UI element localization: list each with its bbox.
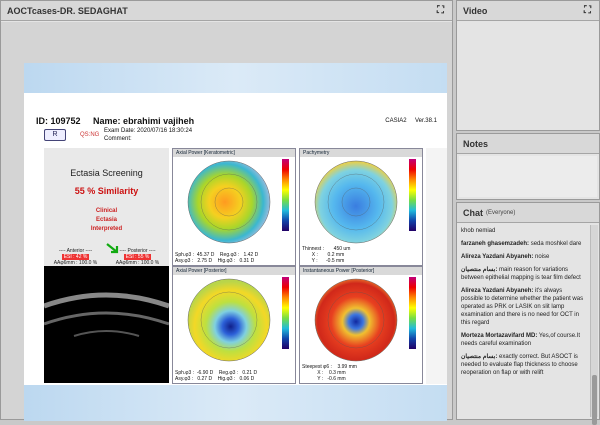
video-title: Video — [463, 5, 488, 16]
report-header: ID: 109752 Name: ebrahimi vajiheh — [36, 116, 204, 126]
chat-author: بسام منتصیان: — [461, 267, 498, 273]
scrollbar-thumb[interactable] — [592, 375, 597, 425]
map-footer: Sph.φ3 : 45.37 D Reg.φ3 : 1.42 D Asy.φ3 … — [175, 252, 259, 264]
casia-report: ID: 109752 Name: ebrahimi vajiheh CASIA2… — [24, 115, 447, 385]
device-info: CASIA2 Ver.38.1 — [385, 118, 437, 124]
result-line-3: Interpreted — [90, 226, 123, 232]
axial-posterior-map: Axial Power [Posterior] Sph.φ3 : -6.90 D… — [172, 266, 296, 384]
similarity-value: 55 % Similarity — [74, 186, 139, 196]
result-line-1: Clinical — [95, 208, 118, 214]
presentation-stage: ID: 109752 Name: ebrahimi vajiheh CASIA2… — [1, 22, 452, 421]
slide-bottom-band — [24, 385, 447, 421]
eye-logo-icon: R — [44, 129, 66, 141]
chat-message: بسام منتصیان: exactly correct. But ASOCT… — [461, 353, 585, 377]
patient-name: Name: ebrahimi vajiheh — [93, 116, 195, 126]
map-topography — [314, 160, 398, 244]
chat-message: khob nemiad — [461, 227, 585, 235]
chat-message: بسام منتصیان: main reason for variations… — [461, 266, 585, 282]
fullscreen-icon[interactable]: ⛶ — [435, 5, 446, 16]
chat-scope[interactable]: (Everyone) — [486, 210, 515, 216]
exam-date: Exam Date: 2020/07/16 18:30:24 — [104, 128, 193, 134]
report-right-margin — [426, 148, 447, 384]
chat-message: Alireza Yazdani Abyaneh: noise — [461, 253, 585, 261]
map-footer: Thinnest : 450 um X : 0.2 mm Y : -0.5 mm — [302, 246, 351, 264]
video-header: Video ⛶ — [457, 1, 599, 21]
chat-message: farzaneh ghasemzadeh: seda moshkel dare — [461, 240, 585, 248]
chat-text: noise — [535, 254, 550, 260]
chat-scrollbar[interactable] — [590, 225, 598, 425]
oct-scan-graphic — [43, 292, 170, 337]
presentation-title: AOCTcases-DR. SEDAGHAT — [7, 5, 128, 16]
ectasia-screening-box: Ectasia Screening 55 % Similarity Clinic… — [44, 148, 169, 266]
color-scale — [282, 277, 289, 349]
map-title: Pachymetry — [300, 149, 422, 157]
oct-image — [43, 266, 170, 383]
presentation-header: AOCTcases-DR. SEDAGHAT ⛶ — [1, 1, 452, 21]
slide: ID: 109752 Name: ebrahimi vajiheh CASIA2… — [24, 63, 447, 421]
map-topography — [187, 160, 271, 244]
exam-comment: Comment: — [104, 136, 132, 142]
presentation-panel: AOCTcases-DR. SEDAGHAT ⛶ ID: 109752 Name… — [0, 0, 453, 421]
notes-panel: Notes — [456, 133, 600, 200]
chat-text: khob nemiad — [461, 228, 496, 234]
chat-panel: Chat (Everyone) khob nemiad farzaneh gha… — [456, 202, 600, 425]
device-name: CASIA2 — [385, 118, 407, 124]
exam-info: Exam Date: 2020/07/16 18:30:24 Comment: — [104, 127, 192, 143]
chat-messages: khob nemiad farzaneh ghasemzadeh: seda m… — [457, 224, 589, 419]
chat-text: seda moshkel dare — [530, 241, 582, 247]
pachymetry-map: Pachymetry Thinnest : 450 um X : 0.2 mm … — [299, 148, 423, 266]
map-title: Instantaneous Power [Posterior] — [300, 267, 422, 275]
notes-title: Notes — [463, 138, 489, 149]
color-scale — [282, 159, 289, 231]
map-topography — [314, 278, 398, 362]
eye-logo-label: R — [52, 131, 58, 138]
quality-status: QS:NG — [80, 132, 100, 138]
color-scale — [409, 277, 416, 349]
slide-top-band — [24, 63, 447, 93]
result-line-2: Ectasia — [95, 217, 117, 223]
chat-author: بسام منتصیان: — [461, 354, 498, 360]
anterior-index: ---- Anterior ---- ESI : 42 % AAφ6mm : 1… — [48, 248, 103, 266]
chat-message: Alireza Yazdani Abyaneh: it's always pos… — [461, 287, 585, 327]
map-footer: Sph.φ3 : -6.90 D Reg.φ3 : 0.21 D Asy.φ3 … — [175, 370, 258, 382]
axial-anterior-map: Axial Power [Keratometric] Sph.φ3 : 45.3… — [172, 148, 296, 266]
green-arrow-icon — [106, 243, 119, 254]
chat-author: Alireza Yazdani Abyaneh: — [461, 288, 534, 294]
video-panel: Video ⛶ — [456, 0, 600, 131]
chat-title: Chat — [463, 207, 483, 218]
device-version: Ver.38.1 — [414, 118, 437, 124]
notes-area[interactable] — [459, 156, 597, 197]
notes-header: Notes — [457, 134, 599, 154]
chat-author: farzaneh ghasemzadeh: — [461, 241, 530, 247]
chat-author: Alireza Yazdani Abyaneh: — [461, 254, 534, 260]
map-title: Axial Power [Keratometric] — [173, 149, 295, 157]
fullscreen-icon[interactable]: ⛶ — [582, 5, 593, 16]
color-scale — [409, 159, 416, 231]
instantaneous-posterior-map: Instantaneous Power [Posterior] Steepest… — [299, 266, 423, 384]
map-topography — [187, 278, 271, 362]
chat-author: Morteza Mortazavifard MD: — [461, 333, 538, 339]
patient-id: ID: 109752 — [36, 116, 81, 126]
map-title: Axial Power [Posterior] — [173, 267, 295, 275]
ectasia-title: Ectasia Screening — [70, 168, 143, 178]
map-footer: Steepest φ6 : 3.99 mm X : 0.3 mm Y : -0.… — [302, 364, 357, 382]
chat-message: Morteza Mortazavifard MD: Yes,of course.… — [461, 332, 585, 348]
chat-header: Chat (Everyone) — [457, 203, 599, 223]
